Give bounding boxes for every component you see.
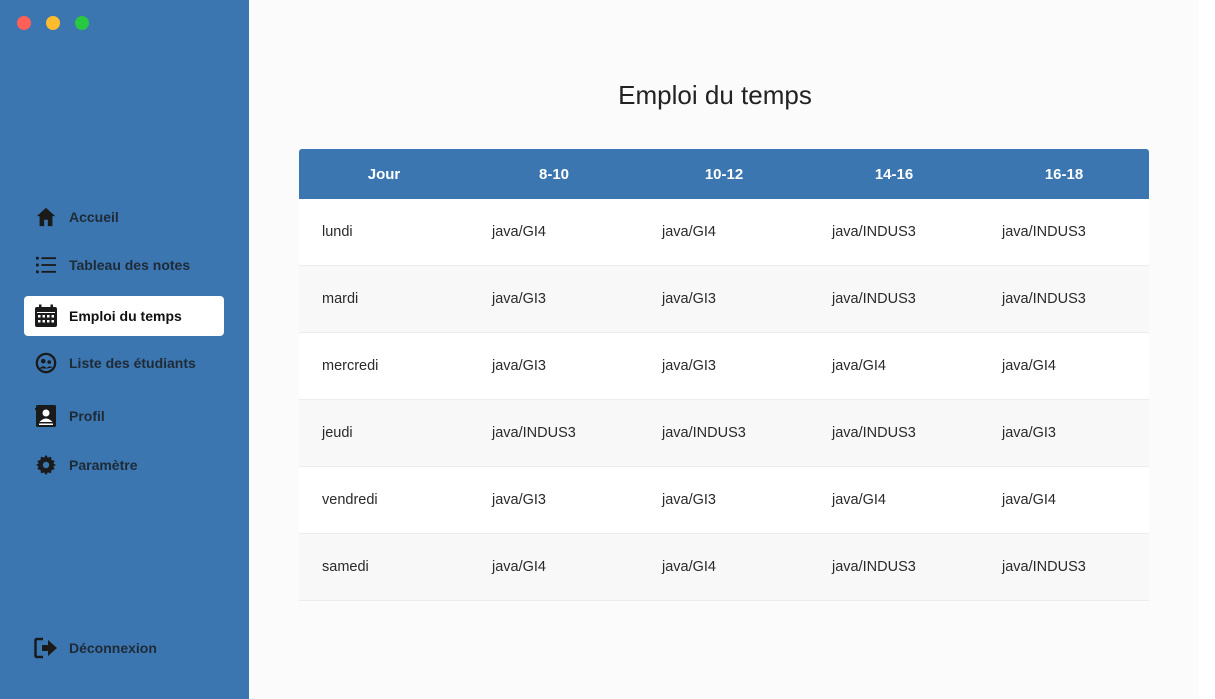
minimize-window-button[interactable] [46,16,60,30]
table-row: mardi java/GI3 java/GI3 java/INDUS3 java… [299,266,1149,333]
table-cell-day: samedi [322,559,369,575]
table-row: samedi java/GI4 java/GI4 java/INDUS3 jav… [299,534,1149,601]
students-icon [34,351,58,375]
table-cell: java/GI3 [492,291,546,307]
column-header-14-16: 14-16 [874,165,914,183]
table-cell: java/INDUS3 [832,559,916,575]
schedule-table: Jour 8-10 10-12 14-16 16-18 lundi java/G… [299,149,1149,601]
table-cell: java/GI3 [662,358,716,374]
home-icon [34,205,58,229]
table-cell: java/INDUS3 [492,425,576,441]
logout-icon [34,636,58,660]
table-cell: java/INDUS3 [1002,559,1086,575]
table-cell: java/INDUS3 [1002,224,1086,240]
column-header-10-12: 10-12 [704,165,744,183]
sidebar-item-emploi-du-temps[interactable]: Emploi du temps [24,296,224,336]
table-cell: java/GI3 [662,291,716,307]
maximize-window-button[interactable] [75,16,89,30]
table-cell: java/GI4 [832,358,886,374]
column-header-8-10: 8-10 [538,165,570,183]
table-cell: java/GI3 [662,492,716,508]
sidebar-item-accueil[interactable]: Accueil [24,197,224,237]
table-cell-day: mardi [322,291,359,307]
window-controls [17,16,89,30]
table-cell: java/GI4 [662,559,716,575]
table-cell: java/INDUS3 [662,425,746,441]
table-row: jeudi java/INDUS3 java/INDUS3 java/INDUS… [299,400,1149,467]
sidebar-item-liste-des-etudiants[interactable]: Liste des étudiants [24,343,224,383]
table-row: vendredi java/GI3 java/GI3 java/GI4 java… [299,467,1149,534]
table-cell: java/INDUS3 [832,291,916,307]
sidebar-item-tableau-des-notes[interactable]: Tableau des notes [24,245,224,285]
column-header-16-18: 16-18 [1044,165,1084,183]
sidebar-item-label: Paramètre [69,457,138,473]
sidebar-item-label: Liste des étudiants [69,355,196,371]
table-cell: java/GI3 [1002,425,1056,441]
sidebar-item-label: Profil [69,408,105,424]
close-window-button[interactable] [17,16,31,30]
calendar-icon [34,304,58,328]
table-cell: java/INDUS3 [1002,291,1086,307]
sidebar-item-parametre[interactable]: Paramètre [24,445,224,485]
sidebar-item-profil[interactable]: Profil [24,396,224,436]
page-title: Emploi du temps [618,80,812,110]
main-content: Emploi du temps Jour 8-10 10-12 14-16 16… [249,0,1199,699]
sidebar-item-label: Déconnexion [69,640,157,656]
gear-icon [34,453,58,477]
sidebar: Accueil Tableau des notes Emploi du temp [0,0,249,699]
sidebar-item-label: Emploi du temps [69,308,182,324]
table-cell-day: mercredi [322,358,379,374]
table-body: lundi java/GI4 java/GI4 java/INDUS3 java… [299,199,1149,601]
table-cell: java/GI4 [492,559,546,575]
column-header-jour: Jour [367,165,401,183]
table-cell-day: vendredi [322,492,378,508]
table-cell: java/GI4 [1002,492,1056,508]
sidebar-item-label: Tableau des notes [69,257,191,273]
logout-button[interactable]: Déconnexion [24,628,224,668]
table-cell-day: jeudi [322,425,353,441]
table-cell: java/GI3 [492,492,546,508]
table-cell-day: lundi [322,224,353,240]
table-cell: java/GI4 [1002,358,1056,374]
profile-icon [34,404,58,428]
table-cell: java/GI4 [492,224,546,240]
list-icon [34,253,58,277]
table-cell: java/INDUS3 [832,224,916,240]
table-cell: java/GI3 [492,358,546,374]
table-cell: java/GI4 [832,492,886,508]
table-cell: java/GI4 [662,224,716,240]
sidebar-item-label: Accueil [69,209,119,225]
table-header: Jour 8-10 10-12 14-16 16-18 [299,149,1149,199]
table-row: lundi java/GI4 java/GI4 java/INDUS3 java… [299,199,1149,266]
table-cell: java/INDUS3 [832,425,916,441]
table-row: mercredi java/GI3 java/GI3 java/GI4 java… [299,333,1149,400]
window-edge [1199,0,1215,699]
